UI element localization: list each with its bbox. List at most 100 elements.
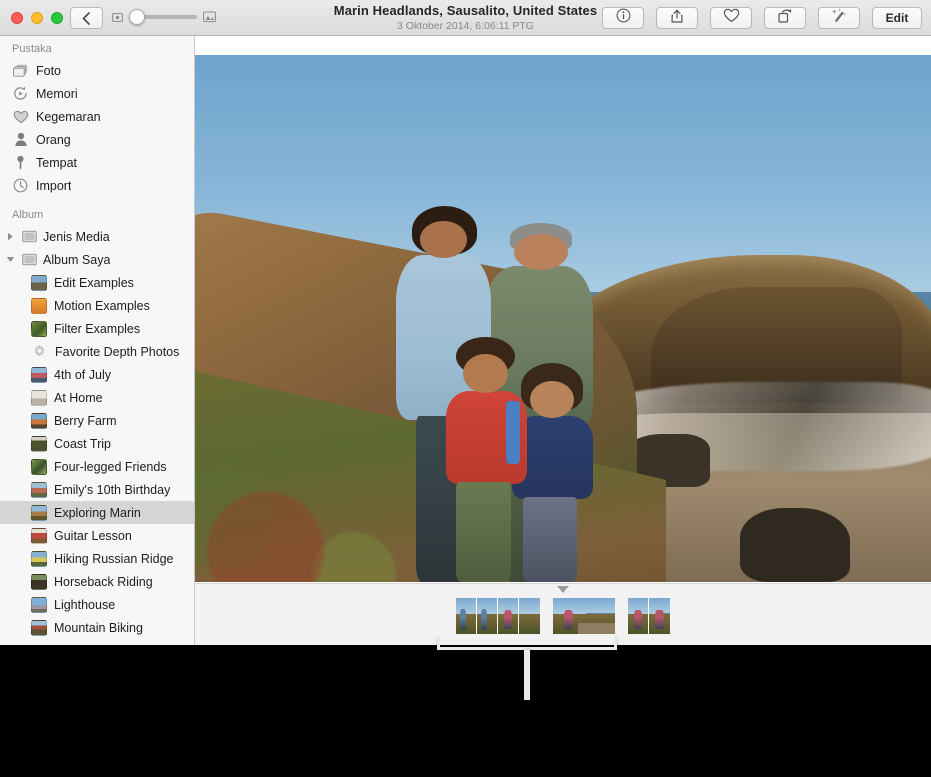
photo-person-boy	[442, 337, 530, 582]
zoom-slider[interactable]	[129, 9, 197, 25]
album-thumbnail-icon	[31, 274, 47, 291]
edit-button[interactable]: Edit	[872, 7, 922, 29]
maximize-window-button[interactable]	[51, 12, 63, 24]
small-photo-icon	[112, 12, 123, 23]
sidebar-album-label: Lighthouse	[54, 597, 116, 612]
sidebar-album-4th-of-july[interactable]: 4th of July	[0, 363, 194, 386]
toolbar-actions: Edit	[602, 7, 922, 29]
sidebar-item-label: Memori	[36, 86, 78, 101]
filmstrip-group[interactable]	[456, 598, 540, 634]
sidebar-album-four-legged-friends[interactable]: Four-legged Friends	[0, 455, 194, 478]
slider-thumb[interactable]	[129, 9, 145, 25]
filmstrip-thumbnail[interactable]	[628, 598, 649, 634]
photos-window: Marin Headlands, Sausalito, United State…	[0, 0, 931, 645]
sidebar-album-berry-farm[interactable]: Berry Farm	[0, 409, 194, 432]
sidebar-item-foto[interactable]: Foto	[0, 59, 194, 82]
back-button[interactable]	[70, 7, 103, 29]
photo-rock-foreground	[739, 508, 851, 582]
info-icon	[616, 8, 631, 28]
main-photo[interactable]	[195, 55, 931, 582]
sidebar-album-mountain-biking[interactable]: Mountain Biking	[0, 616, 194, 639]
photo-person-legs	[456, 481, 512, 582]
filmstrip-thumbnail[interactable]	[498, 598, 519, 634]
filmstrip-group-selected[interactable]	[553, 598, 615, 634]
folder-icon	[21, 228, 38, 245]
sidebar-album-emilys-10th-birthday[interactable]: Emily's 10th Birthday	[0, 478, 194, 501]
album-thumbnail-icon	[31, 435, 47, 452]
sidebar-album-label: Horseback Riding	[54, 574, 153, 589]
sidebar-album-label: Coast Trip	[54, 436, 111, 451]
photos-icon	[12, 62, 29, 79]
minimize-window-button[interactable]	[31, 12, 43, 24]
photo-backpack-strap	[505, 400, 520, 465]
sidebar-album-horseback-riding[interactable]: Horseback Riding	[0, 570, 194, 593]
sidebar-group-label: Jenis Media	[43, 229, 110, 244]
filmstrip-group[interactable]	[628, 598, 670, 634]
zoom-slider-control[interactable]	[112, 9, 216, 25]
sidebar-item-label: Foto	[36, 63, 62, 78]
filmstrip-thumbnail[interactable]	[649, 598, 670, 634]
album-thumbnail-icon	[31, 320, 47, 337]
sidebar-album-label: Exploring Marin	[54, 505, 141, 520]
filmstrip-thumbnail[interactable]	[477, 598, 498, 634]
sidebar-album-motion-examples[interactable]: Motion Examples	[0, 294, 194, 317]
sidebar-item-memori[interactable]: Memori	[0, 82, 194, 105]
sidebar-item-import[interactable]: Import	[0, 174, 194, 197]
toolbar: Marin Headlands, Sausalito, United State…	[0, 0, 931, 36]
photo-viewer[interactable]	[195, 55, 931, 582]
filmstrip-thumbnail-selected[interactable]	[553, 598, 615, 634]
favorite-button[interactable]	[710, 7, 752, 29]
photo-family-group	[394, 145, 615, 582]
sidebar-album-at-home[interactable]: At Home	[0, 386, 194, 409]
sidebar-album-label: Edit Examples	[54, 275, 134, 290]
sidebar-album-favorite-depth-photos[interactable]: Favorite Depth Photos	[0, 340, 194, 363]
sidebar-album-guitar-lesson[interactable]: Guitar Lesson	[0, 524, 194, 547]
person-icon	[12, 131, 29, 148]
album-thumbnail-icon	[31, 573, 47, 590]
photo-person-head	[529, 380, 574, 418]
photo-person-head	[420, 220, 467, 259]
chevron-down-icon[interactable]	[4, 256, 16, 263]
album-thumbnail-icon	[31, 527, 47, 544]
sidebar[interactable]: Pustaka Foto Memori Kegemaran Orang Temp…	[0, 36, 195, 645]
sidebar-album-lighthouse[interactable]: Lighthouse	[0, 593, 194, 616]
sidebar-group-album-saya[interactable]: Album Saya	[0, 248, 194, 271]
sidebar-album-filter-examples[interactable]: Filter Examples	[0, 317, 194, 340]
enhance-button[interactable]	[818, 7, 860, 29]
album-thumbnail-icon	[31, 389, 47, 406]
album-thumbnail-icon	[31, 596, 47, 613]
album-thumbnail-icon	[31, 458, 47, 475]
caret-down-icon	[557, 586, 569, 593]
clock-icon	[12, 177, 29, 194]
sidebar-album-label: At Home	[54, 390, 103, 405]
sidebar-item-label: Import	[36, 178, 72, 193]
sidebar-item-kegemaran[interactable]: Kegemaran	[0, 105, 194, 128]
filmstrip-thumbnail[interactable]	[456, 598, 477, 634]
filmstrip-rail[interactable]	[195, 596, 931, 636]
callout-bracket-bar	[437, 636, 617, 650]
sidebar-album-exploring-marin[interactable]: Exploring Marin	[0, 501, 194, 524]
sidebar-album-label: Guitar Lesson	[54, 528, 132, 543]
sidebar-album-coast-trip[interactable]: Coast Trip	[0, 432, 194, 455]
close-window-button[interactable]	[11, 12, 23, 24]
album-thumbnail-icon	[31, 412, 47, 429]
album-thumbnail-icon	[31, 366, 47, 383]
sidebar-item-tempat[interactable]: Tempat	[0, 151, 194, 174]
share-button[interactable]	[656, 7, 698, 29]
sidebar-section-album: Album	[12, 209, 44, 221]
sidebar-group-jenis-media[interactable]: Jenis Media	[0, 225, 194, 248]
magic-wand-icon	[831, 8, 848, 29]
rotate-button[interactable]	[764, 7, 806, 29]
album-thumbnail-icon	[31, 504, 47, 521]
photo-person-head	[463, 354, 508, 394]
sidebar-item-orang[interactable]: Orang	[0, 128, 194, 151]
sidebar-album-edit-examples[interactable]: Edit Examples	[0, 271, 194, 294]
sidebar-album-label: Berry Farm	[54, 413, 117, 428]
chevron-right-icon[interactable]	[4, 232, 16, 241]
sidebar-item-label: Orang	[36, 132, 71, 147]
info-button[interactable]	[602, 7, 644, 29]
sidebar-album-hiking-russian-ridge[interactable]: Hiking Russian Ridge	[0, 547, 194, 570]
filmstrip-thumbnail[interactable]	[519, 598, 540, 634]
screen: Marin Headlands, Sausalito, United State…	[0, 0, 931, 777]
callout-bracket-stem	[524, 650, 530, 700]
